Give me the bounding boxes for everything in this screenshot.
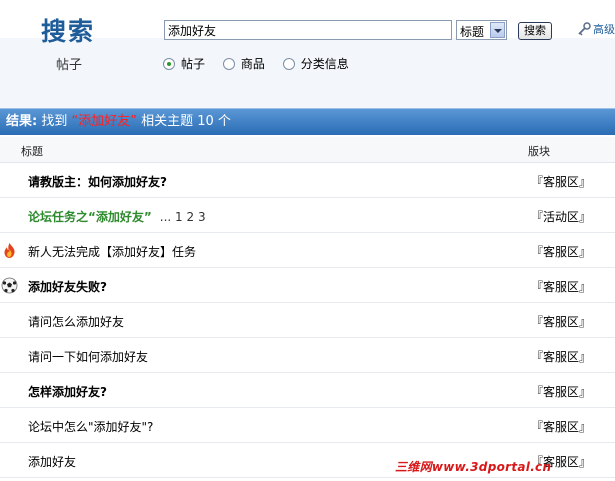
topic-title-text: 请问一下如何添加好友 bbox=[28, 350, 149, 364]
topic-title-link[interactable]: 新人无法完成【添加好友】任务 bbox=[28, 243, 196, 260]
topic-title-text: 怎样添加好友? bbox=[28, 385, 107, 399]
chevron-down-icon[interactable] bbox=[490, 22, 505, 38]
table-row[interactable]: 添加好友失败? 『客服区』 bbox=[0, 268, 615, 303]
radio-posts[interactable]: 帖子 bbox=[163, 55, 205, 72]
topic-title-text: 新人无法完成【添加好友】任务 bbox=[28, 245, 197, 259]
radio-classified-circle[interactable] bbox=[282, 58, 295, 70]
topic-title-text: 论坛中怎么"添加好友"? bbox=[28, 420, 154, 434]
radio-classified[interactable]: 分类信息 bbox=[282, 55, 349, 72]
watermark: 三维网www.3dportal.cn bbox=[395, 460, 552, 474]
topic-title-link[interactable]: 请问一下如何添加好友 bbox=[28, 348, 148, 365]
table-header: 标题 版块 bbox=[0, 137, 615, 163]
soccer-ball-icon bbox=[1, 277, 18, 294]
topic-page-links[interactable]: ... 1 2 3 bbox=[160, 210, 206, 224]
topic-title-text: 论坛任务之“添加好友” bbox=[28, 210, 152, 224]
result-summary-bar: 结果: 找到 “添加好友” 相关主题 10 个 bbox=[0, 108, 615, 135]
topic-title-text: 请教版主：如何添加好友? bbox=[28, 175, 167, 189]
forum-link[interactable]: 『客服区』 bbox=[531, 313, 591, 330]
radio-posts-circle[interactable] bbox=[163, 58, 175, 70]
fire-icon bbox=[4, 243, 15, 258]
forum-link[interactable]: 『活动区』 bbox=[531, 208, 591, 225]
advanced-search-label: 高级 bbox=[593, 23, 615, 36]
forum-link[interactable]: 『客服区』 bbox=[531, 348, 591, 365]
forum-link[interactable]: 『客服区』 bbox=[531, 278, 591, 295]
forum-link[interactable]: 『客服区』 bbox=[531, 418, 591, 435]
topic-title-text: 添加好友 bbox=[28, 455, 77, 469]
table-row[interactable]: 论坛中怎么"添加好友"? 『客服区』 bbox=[0, 408, 615, 443]
radio-goods-circle[interactable] bbox=[222, 58, 235, 70]
key-icon bbox=[578, 22, 591, 36]
radio-classified-label: 分类信息 bbox=[300, 57, 349, 71]
table-row[interactable]: 请问一下如何添加好友 『客服区』 bbox=[0, 338, 615, 373]
radio-posts-label: 帖子 bbox=[181, 57, 206, 71]
topic-title-link[interactable]: 添加好友 bbox=[28, 453, 76, 470]
column-forum-header: 版块 bbox=[528, 145, 550, 158]
forum-link[interactable]: 『客服区』 bbox=[531, 383, 591, 400]
table-row[interactable]: 请教版主：如何添加好友? 『客服区』 bbox=[0, 163, 615, 198]
topic-title-link[interactable]: 请教版主：如何添加好友? bbox=[28, 173, 167, 190]
forum-link[interactable]: 『客服区』 bbox=[531, 173, 591, 190]
topic-title-link[interactable]: 请问怎么添加好友 bbox=[28, 313, 124, 330]
radio-goods[interactable]: 商品 bbox=[222, 55, 265, 72]
result-keyword: “添加好友” bbox=[71, 114, 137, 129]
header-lower-band bbox=[0, 38, 615, 108]
table-row[interactable]: 论坛任务之“添加好友” ... 1 2 3 『活动区』 bbox=[0, 198, 615, 233]
advanced-search-link[interactable]: 高级 bbox=[577, 21, 615, 37]
radio-goods-label: 商品 bbox=[240, 57, 265, 71]
search-button[interactable]: 搜索 bbox=[518, 22, 552, 40]
results-list: 请教版主：如何添加好友? 『客服区』 论坛任务之“添加好友”... 1 2 3 『活动… bbox=[0, 163, 615, 478]
search-type-value: 标题 bbox=[460, 25, 485, 39]
page-subtitle: 帖子 bbox=[56, 58, 83, 73]
topic-title-text: 请问怎么添加好友 bbox=[28, 315, 125, 329]
table-row[interactable]: 请问怎么添加好友 『客服区』 bbox=[0, 303, 615, 338]
table-row[interactable]: 怎样添加好友? 『客服区』 bbox=[0, 373, 615, 408]
page-title: 搜索 bbox=[41, 17, 96, 46]
result-label: 结果: bbox=[6, 114, 38, 129]
search-input[interactable] bbox=[164, 20, 452, 40]
search-type-select[interactable]: 标题 bbox=[456, 20, 507, 40]
column-title-header: 标题 bbox=[21, 145, 43, 158]
result-prefix: 找到 bbox=[41, 114, 68, 129]
result-suffix: 相关主题 10 个 bbox=[141, 114, 231, 129]
search-header: 搜索 帖子 标题 搜索 高级 帖子 商品 分类信息 bbox=[0, 0, 615, 108]
table-row[interactable]: 新人无法完成【添加好友】任务 『客服区』 bbox=[0, 233, 615, 268]
topic-title-link[interactable]: 添加好友失败? bbox=[28, 278, 107, 295]
topic-title-text: 添加好友失败? bbox=[28, 280, 107, 294]
topic-title-link[interactable]: 怎样添加好友? bbox=[28, 383, 107, 400]
topic-title-link[interactable]: 论坛中怎么"添加好友"? bbox=[28, 418, 153, 435]
search-scope-radios: 帖子 商品 分类信息 bbox=[163, 55, 363, 72]
forum-link[interactable]: 『客服区』 bbox=[531, 243, 591, 260]
topic-title-link[interactable]: 论坛任务之“添加好友” ... 1 2 3 bbox=[28, 208, 206, 225]
